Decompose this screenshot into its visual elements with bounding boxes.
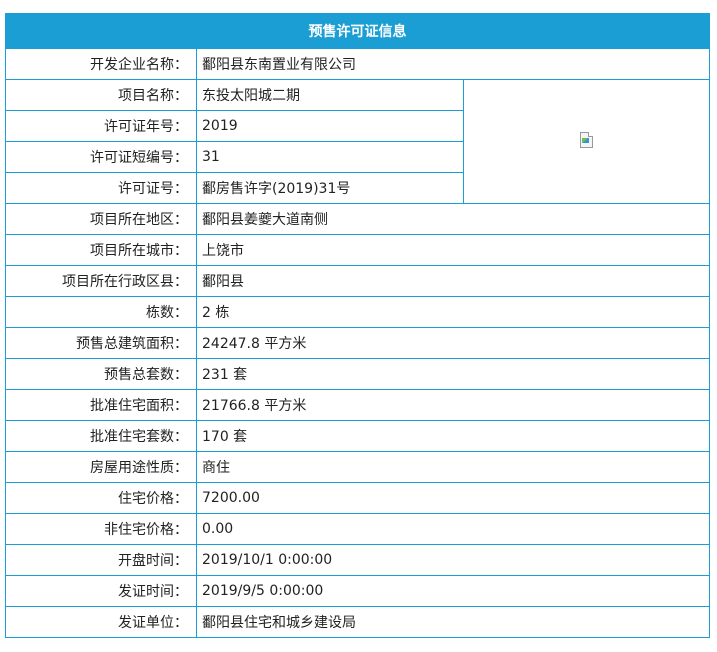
row-value: 鄱阳县东南置业有限公司	[196, 48, 710, 80]
row-label: 许可证短编号：	[5, 141, 197, 173]
row-label: 开盘时间：	[5, 544, 197, 576]
table-row: 非住宅价格： 0.00	[5, 513, 710, 545]
row-value: 商住	[196, 451, 710, 483]
row-value: 鄱房售许字(2019)31号	[196, 172, 464, 204]
table-row: 项目所在城市： 上饶市	[5, 234, 710, 266]
table-row: 批准住宅面积： 21766.8 平方米	[5, 389, 710, 421]
row-label: 预售总建筑面积：	[5, 327, 197, 359]
presale-permit-panel: 预售许可证信息 开发企业名称： 鄱阳县东南置业有限公司 项目名称： 东投太阳城二…	[5, 13, 710, 638]
project-image-cell	[463, 79, 710, 204]
row-label: 许可证号：	[5, 172, 197, 204]
broken-image-icon	[578, 131, 596, 149]
table-row: 项目所在地区： 鄱阳县姜夔大道南侧	[5, 203, 710, 235]
row-value: 2019/9/5 0:00:00	[196, 575, 710, 607]
row-label: 项目所在城市：	[5, 234, 197, 266]
table-row: 预售总建筑面积： 24247.8 平方米	[5, 327, 710, 359]
row-value: 鄱阳县住宅和城乡建设局	[196, 606, 710, 638]
row-value: 24247.8 平方米	[196, 327, 710, 359]
row-value: 鄱阳县姜夔大道南侧	[196, 203, 710, 235]
row-label: 开发企业名称：	[5, 48, 197, 80]
row-value: 2019	[196, 110, 464, 142]
row-label: 发证单位：	[5, 606, 197, 638]
row-label: 批准住宅套数：	[5, 420, 197, 452]
row-label: 项目所在行政区县：	[5, 265, 197, 297]
table-row: 发证单位： 鄱阳县住宅和城乡建设局	[5, 606, 710, 638]
table-header-row: 预售许可证信息	[5, 13, 710, 49]
row-value: 鄱阳县	[196, 265, 710, 297]
table-row: 项目所在行政区县： 鄱阳县	[5, 265, 710, 297]
table-row: 批准住宅套数： 170 套	[5, 420, 710, 452]
row-label: 预售总套数：	[5, 358, 197, 390]
row-value: 2 栋	[196, 296, 710, 328]
row-value: 东投太阳城二期	[196, 79, 464, 111]
row-value: 7200.00	[196, 482, 710, 514]
table-row: 开盘时间： 2019/10/1 0:00:00	[5, 544, 710, 576]
table-row: 项目名称： 东投太阳城二期	[5, 79, 710, 204]
row-label: 非住宅价格：	[5, 513, 197, 545]
row-label: 住宅价格：	[5, 482, 197, 514]
table-row: 房屋用途性质： 商住	[5, 451, 710, 483]
row-label: 许可证年号：	[5, 110, 197, 142]
row-value: 231 套	[196, 358, 710, 390]
row-value: 31	[196, 141, 464, 173]
row-value: 0.00	[196, 513, 710, 545]
row-value: 2019/10/1 0:00:00	[196, 544, 710, 576]
row-label: 批准住宅面积：	[5, 389, 197, 421]
row-label: 项目所在地区：	[5, 203, 197, 235]
table-row: 住宅价格： 7200.00	[5, 482, 710, 514]
permit-info-table: 预售许可证信息 开发企业名称： 鄱阳县东南置业有限公司 项目名称： 东投太阳城二…	[5, 13, 710, 638]
table-row: 发证时间： 2019/9/5 0:00:00	[5, 575, 710, 607]
row-value: 上饶市	[196, 234, 710, 266]
row-value: 21766.8 平方米	[196, 389, 710, 421]
row-label: 发证时间：	[5, 575, 197, 607]
row-label: 房屋用途性质：	[5, 451, 197, 483]
table-row: 栋数： 2 栋	[5, 296, 710, 328]
table-title: 预售许可证信息	[5, 13, 710, 49]
table-row: 预售总套数： 231 套	[5, 358, 710, 390]
table-row: 开发企业名称： 鄱阳县东南置业有限公司	[5, 48, 710, 80]
row-label: 项目名称：	[5, 79, 197, 111]
row-value: 170 套	[196, 420, 710, 452]
row-label: 栋数：	[5, 296, 197, 328]
